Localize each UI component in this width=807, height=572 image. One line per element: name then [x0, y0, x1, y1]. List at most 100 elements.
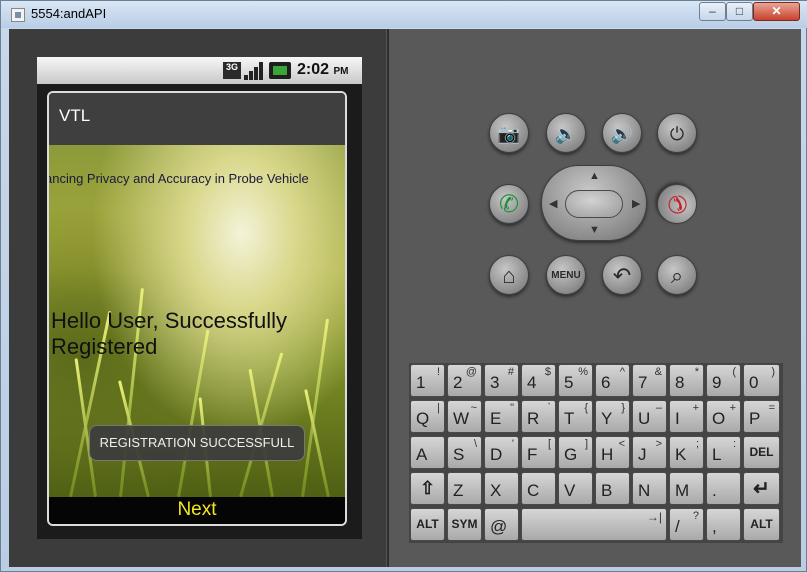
dpad-up-icon[interactable]: ▲ [589, 170, 600, 182]
key-o[interactable]: O + [706, 400, 741, 433]
key-w[interactable]: W ~ [447, 400, 482, 433]
key-a[interactable]: A [410, 436, 445, 469]
search-icon: ⌕ [670, 263, 684, 288]
next-button[interactable]: Next [49, 499, 345, 521]
clock: 2:02 PM [297, 61, 348, 79]
power-button[interactable]: ⏻ [657, 113, 697, 153]
dpad-left-icon[interactable]: ◀ [549, 197, 557, 210]
marquee-text: ancing Privacy and Accuracy in Probe Veh… [49, 171, 309, 186]
key-space[interactable]: →| [521, 508, 667, 541]
network-type-icon: 3G [223, 62, 241, 79]
volume-down-button[interactable]: 🔉 [546, 113, 586, 153]
key-period[interactable]: . [706, 472, 741, 505]
key-2[interactable]: 2 @ [447, 364, 482, 397]
key-q[interactable]: Q | [410, 400, 445, 433]
key-c[interactable]: C [521, 472, 556, 505]
back-icon: ↶ [612, 263, 632, 288]
emulator-body: 3G 2:02 PM VTL ancing Privacy and Accura… [9, 29, 801, 567]
back-button[interactable]: ↶ [602, 255, 642, 295]
end-call-icon: ✆ [659, 186, 694, 221]
key-j[interactable]: J > [632, 436, 667, 469]
dpad-down-icon[interactable]: ▼ [589, 224, 600, 236]
shift-icon: ⇧ [419, 478, 436, 498]
home-icon: ⌂ [502, 263, 516, 288]
device-screen: 3G 2:02 PM VTL ancing Privacy and Accura… [37, 57, 362, 539]
key-s[interactable]: S \ [447, 436, 482, 469]
key-k[interactable]: K; [669, 436, 704, 469]
key-sym[interactable]: SYM [447, 508, 482, 541]
emulator-window: 5554:andAPI – □ ✕ 3G 2:02 PM VTL ancing … [0, 0, 807, 572]
key-m[interactable]: M [669, 472, 704, 505]
key-b[interactable]: B [595, 472, 630, 505]
key-at[interactable]: @ [484, 508, 519, 541]
app-dialog: VTL ancing Privacy and Accuracy in Probe… [47, 91, 347, 526]
key-delete[interactable]: DEL [743, 436, 780, 469]
alt-label: ALT [750, 517, 773, 531]
key-5[interactable]: 5% [558, 364, 593, 397]
sym-label: SYM [451, 517, 478, 531]
dpad-right-icon[interactable]: ▶ [632, 197, 640, 210]
key-7[interactable]: 7 & [632, 364, 667, 397]
key-0[interactable]: 0) [743, 364, 780, 397]
key-z[interactable]: Z [447, 472, 482, 505]
minimize-button[interactable]: – [699, 2, 726, 21]
key-y[interactable]: Y} [595, 400, 630, 433]
key-r[interactable]: R ` [521, 400, 556, 433]
key-alt-left[interactable]: ALT [410, 508, 445, 541]
app-icon [11, 8, 25, 22]
key-1[interactable]: 1! [410, 364, 445, 397]
title-bar[interactable]: 5554:andAPI – □ ✕ [1, 1, 807, 28]
hardware-keyboard: 1! 2 @ 3 # 4 $ 5% 6 ^ 7 & 8 * 9( 0) Q | W ~ E " R… [409, 363, 783, 543]
key-n[interactable]: N [632, 472, 667, 505]
volume-up-icon: 🔊 [610, 124, 634, 144]
key-8[interactable]: 8 * [669, 364, 704, 397]
alt-label: ALT [416, 517, 439, 531]
end-call-button[interactable]: ✆ [648, 175, 706, 233]
signal-icon [244, 61, 264, 80]
menu-button[interactable]: MENU [546, 255, 586, 295]
key-i[interactable]: I + [669, 400, 704, 433]
home-button[interactable]: ⌂ [489, 255, 529, 295]
maximize-button[interactable]: □ [726, 2, 753, 21]
key-p[interactable]: P = [743, 400, 780, 433]
dpad-center-button[interactable] [565, 190, 623, 218]
key-shift[interactable]: ⇧ [410, 472, 445, 505]
call-button[interactable]: ✆ [489, 184, 529, 224]
key-l[interactable]: L: [706, 436, 741, 469]
clock-ampm: PM [333, 66, 349, 77]
key-v[interactable]: V [558, 472, 593, 505]
key-e[interactable]: E " [484, 400, 519, 433]
delete-label: DEL [749, 445, 774, 459]
key-slash[interactable]: /? [669, 508, 704, 541]
key-t[interactable]: T{ [558, 400, 593, 433]
call-icon: ✆ [498, 191, 520, 218]
key-h[interactable]: H < [595, 436, 630, 469]
key-x[interactable]: X [484, 472, 519, 505]
key-9[interactable]: 9( [706, 364, 741, 397]
dialog-title-bar: VTL [49, 93, 345, 145]
success-message: Hello User, Successfully Registered [51, 308, 287, 359]
key-u[interactable]: U – [632, 400, 667, 433]
tab-icon: →| [646, 510, 662, 524]
key-enter[interactable]: ↵ [743, 472, 780, 505]
camera-button[interactable]: 📷 [489, 113, 529, 153]
key-comma[interactable]: , [706, 508, 741, 541]
key-g[interactable]: G] [558, 436, 593, 469]
key-4[interactable]: 4 $ [521, 364, 556, 397]
dpad[interactable]: ▲ ▼ ◀ ▶ [541, 165, 647, 241]
volume-down-icon: 🔉 [554, 124, 578, 144]
search-button[interactable]: ⌕ [657, 255, 697, 295]
close-button[interactable]: ✕ [753, 2, 800, 21]
key-d[interactable]: D ' [484, 436, 519, 469]
volume-up-button[interactable]: 🔊 [602, 113, 642, 153]
power-icon: ⏻ [669, 124, 685, 144]
dialog-title: VTL [59, 106, 91, 125]
key-6[interactable]: 6 ^ [595, 364, 630, 397]
key-f[interactable]: F[ [521, 436, 556, 469]
next-bar: Next [49, 497, 345, 524]
key-3[interactable]: 3 # [484, 364, 519, 397]
camera-icon: 📷 [497, 124, 521, 144]
toast-message: REGISTRATION SUCCESSFULL [89, 425, 305, 461]
key-alt-right[interactable]: ALT [743, 508, 780, 541]
phone-panel: 3G 2:02 PM VTL ancing Privacy and Accura… [9, 29, 387, 567]
